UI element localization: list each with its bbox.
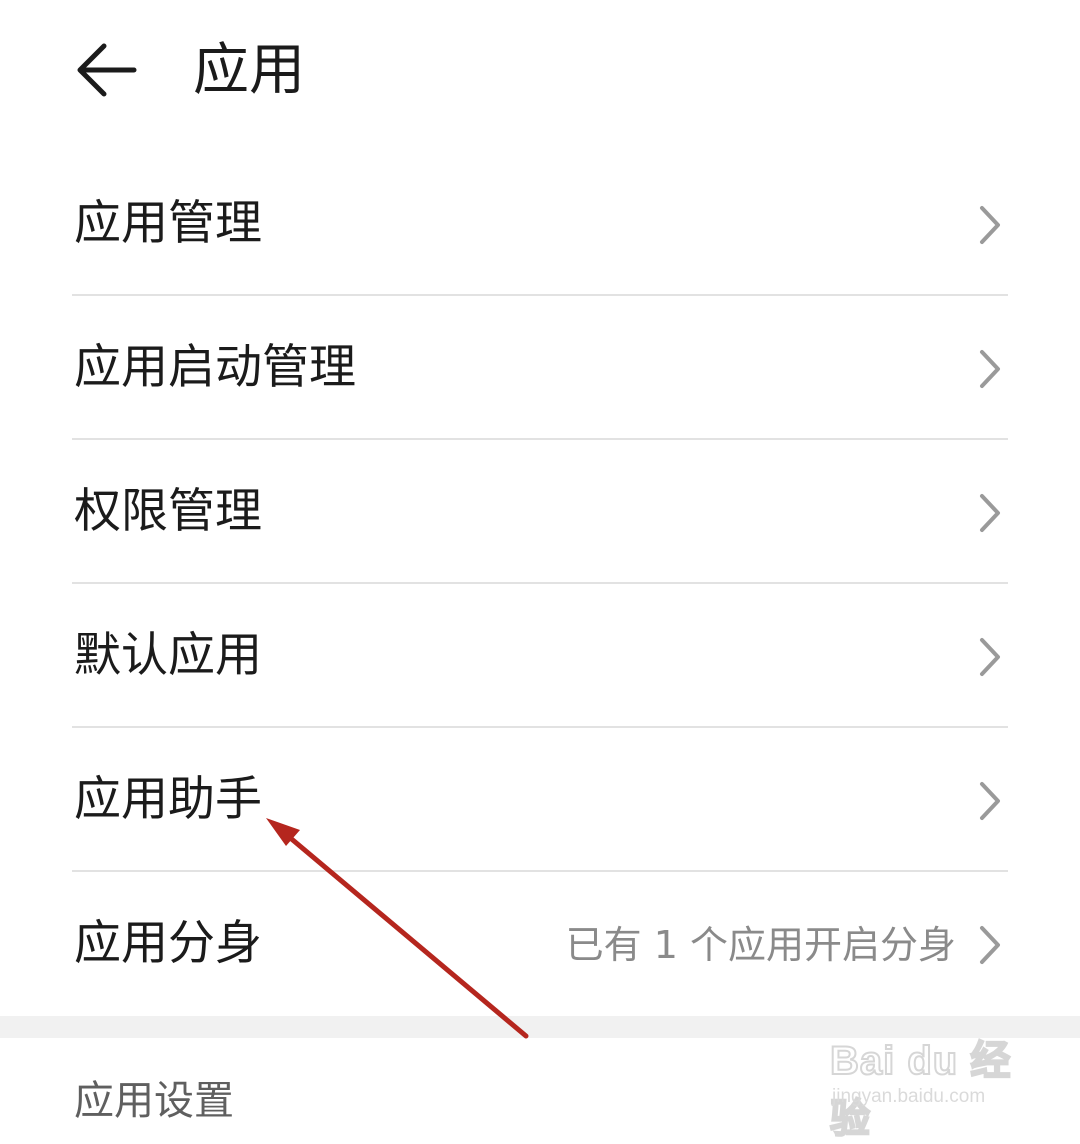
menu-item-label: 应用管理 [74,196,262,251]
menu-item-permission-management[interactable]: 权限管理 [0,440,1080,584]
menu-item-app-management[interactable]: 应用管理 [0,152,1080,296]
back-button[interactable] [66,28,150,112]
menu-item-label: 应用分身 [74,916,262,971]
chevron-right-icon [976,780,1004,822]
menu-item-label: 默认应用 [74,628,262,683]
chevron-right-icon [976,924,1004,966]
menu-item-value: 已有 1 个应用开启分身 [565,923,956,967]
section-header: 应用设置 [74,1078,234,1124]
menu-item-label: 应用助手 [74,772,262,827]
chevron-right-icon [976,204,1004,246]
baidu-watermark: Bai du 经验 jingyan.baidu.com [826,1016,1046,1142]
watermark-url: jingyan.baidu.com [832,1086,986,1107]
chevron-right-icon [976,636,1004,678]
menu-item-default-apps[interactable]: 默认应用 [0,584,1080,728]
menu-item-label: 应用启动管理 [74,340,356,395]
app-bar: 应用 [0,0,1080,140]
chevron-right-icon [976,348,1004,390]
arrow-left-icon [77,43,137,97]
chevron-right-icon [976,492,1004,534]
menu-item-startup-management[interactable]: 应用启动管理 [0,296,1080,440]
menu-item-app-assistant[interactable]: 应用助手 [0,728,1080,872]
settings-list: 应用管理 应用启动管理 权限管理 默认应用 应用助手 应用分身 已有 1 个应用… [0,152,1080,1016]
menu-item-label: 权限管理 [74,484,262,539]
menu-item-app-twin[interactable]: 应用分身 已有 1 个应用开启分身 [0,872,1080,1016]
page-title: 应用 [193,38,305,103]
